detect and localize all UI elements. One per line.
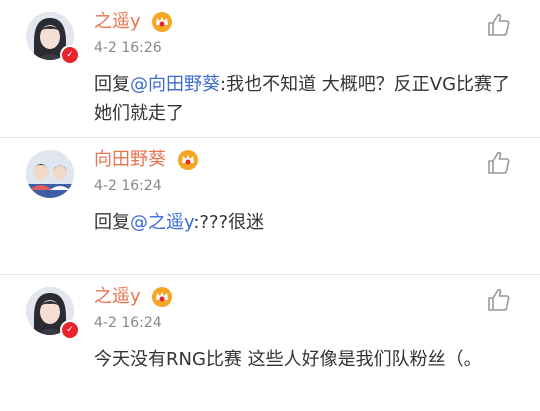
comment-body: :???很迷 xyxy=(193,212,265,233)
comment-time: 4-2 16:24 xyxy=(94,178,162,194)
vip-crown-icon xyxy=(178,150,198,170)
thumbs-up-icon[interactable] xyxy=(486,150,512,176)
vip-crown-icon xyxy=(152,12,172,32)
reply-prefix: 回复 xyxy=(94,74,130,95)
thumbs-up-icon[interactable] xyxy=(486,287,512,313)
comment-text: 回复@向田野葵:我也不知道 大概吧？反正VG比赛了 她们就走了 xyxy=(94,70,514,128)
avatar[interactable] xyxy=(26,150,74,198)
comment-author[interactable]: 向田野葵 xyxy=(94,148,166,172)
verified-v-icon: ✓ xyxy=(60,45,80,65)
vip-crown-icon xyxy=(152,287,172,307)
comment-body: 今天没有RNG比赛 这些人好像是我们队粉丝（。 xyxy=(94,349,482,370)
comment-author[interactable]: 之遥y xyxy=(94,285,141,309)
comment-item: ✓ 之遥y 4-2 16:24 今天没有RNG比赛 这些人好像是我们队粉丝（。 xyxy=(0,274,540,411)
comment-text: 回复@之遥y:???很迷 xyxy=(94,208,514,237)
comment-time: 4-2 16:24 xyxy=(94,315,162,331)
comment-text: 今天没有RNG比赛 这些人好像是我们队粉丝（。 xyxy=(94,345,514,374)
reply-prefix: 回复 xyxy=(94,212,130,233)
thumbs-up-icon[interactable] xyxy=(486,12,512,38)
mention-link[interactable]: @向田野葵 xyxy=(130,74,220,95)
comment-item: ✓ 之遥y 4-2 16:26 回复@向田野葵:我也不知道 大概吧？反正VG比赛… xyxy=(0,0,540,137)
comment-time: 4-2 16:26 xyxy=(94,40,162,56)
comment-author[interactable]: 之遥y xyxy=(94,10,141,34)
comment-item: 向田野葵 4-2 16:24 回复@之遥y:???很迷 xyxy=(0,137,540,274)
mention-link[interactable]: @之遥y xyxy=(130,212,193,233)
verified-v-icon: ✓ xyxy=(60,320,80,340)
